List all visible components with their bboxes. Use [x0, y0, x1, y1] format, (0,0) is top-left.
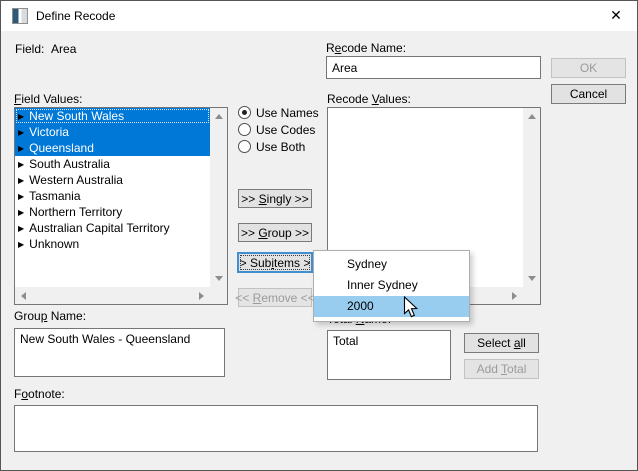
list-item[interactable]: Total: [333, 334, 358, 348]
define-recode-dialog: Define Recode ✕ Field: Area Recode Name:…: [0, 0, 638, 471]
add-total-button[interactable]: Add Total: [464, 359, 539, 379]
cancel-button[interactable]: Cancel: [551, 84, 626, 104]
window-title: Define Recode: [36, 1, 115, 31]
radio-unselected-icon: [238, 140, 251, 153]
field-values-label: Field Values:: [14, 92, 83, 106]
scroll-right-button[interactable]: [506, 287, 523, 304]
close-button[interactable]: ✕: [595, 1, 637, 30]
triangle-right-icon: ▶: [18, 176, 24, 185]
list-item[interactable]: ▶Victoria: [15, 124, 210, 140]
field-label: Field: Area: [15, 42, 76, 56]
radio-selected-icon: [238, 106, 251, 119]
list-item[interactable]: ▶New South Wales: [15, 108, 210, 124]
recode-name-label: Recode Name:: [326, 41, 406, 55]
subitems-button[interactable]: > Subitems >: [237, 252, 313, 273]
arrow-right-icon: [199, 292, 204, 300]
arrow-up-icon: [528, 114, 536, 119]
list-item[interactable]: ▶Unknown: [15, 236, 210, 252]
field-values-listbox[interactable]: ▶New South Wales ▶Victoria ▶Queensland ▶…: [14, 107, 228, 305]
list-item[interactable]: ▶South Australia: [15, 156, 210, 172]
field-value: Area: [51, 42, 76, 56]
menu-item[interactable]: Sydney: [314, 254, 469, 275]
scroll-right-button[interactable]: [193, 287, 210, 304]
arrow-down-icon: [215, 276, 223, 281]
list-item[interactable]: ▶Australian Capital Territory: [15, 220, 210, 236]
scroll-up-button[interactable]: [210, 108, 227, 125]
remove-button[interactable]: << Remove <<: [238, 288, 312, 307]
arrow-down-icon: [528, 276, 536, 281]
radio-use-codes[interactable]: Use Codes: [238, 122, 315, 137]
triangle-right-icon: ▶: [18, 144, 24, 153]
recode-name-input[interactable]: [326, 56, 541, 79]
horizontal-scrollbar[interactable]: [15, 287, 210, 304]
scroll-down-button[interactable]: [523, 270, 540, 287]
singly-button[interactable]: >> Singly >>: [238, 189, 312, 208]
total-name-listbox[interactable]: Total: [327, 330, 451, 380]
arrow-left-icon: [21, 292, 26, 300]
mouse-cursor-icon: [403, 296, 419, 322]
group-name-box[interactable]: New South Wales - Queensland: [14, 328, 225, 377]
ok-button[interactable]: OK: [551, 58, 626, 78]
scroll-down-button[interactable]: [210, 270, 227, 287]
arrow-right-icon: [512, 292, 517, 300]
triangle-right-icon: ▶: [18, 224, 24, 233]
arrow-up-icon: [215, 114, 223, 119]
vertical-scrollbar[interactable]: [523, 108, 540, 287]
field-values-items: ▶New South Wales ▶Victoria ▶Queensland ▶…: [15, 108, 210, 287]
vertical-scrollbar[interactable]: [210, 108, 227, 287]
radio-unselected-icon: [238, 123, 251, 136]
radio-use-names[interactable]: Use Names: [238, 105, 319, 120]
list-item[interactable]: ▶Northern Territory: [15, 204, 210, 220]
subitems-menu: Sydney Inner Sydney 2000: [313, 250, 470, 322]
list-item[interactable]: ▶Queensland: [15, 140, 210, 156]
footnote-label: Footnote:: [14, 387, 65, 401]
app-icon: [12, 8, 28, 24]
triangle-right-icon: ▶: [18, 192, 24, 201]
scrollbar-corner: [210, 287, 227, 304]
menu-item[interactable]: 2000: [314, 296, 469, 317]
triangle-right-icon: ▶: [18, 112, 24, 121]
footnote-box[interactable]: [14, 405, 538, 452]
group-name-label: Group Name:: [14, 309, 86, 323]
list-item[interactable]: ▶Tasmania: [15, 188, 210, 204]
close-icon: ✕: [610, 7, 622, 24]
triangle-right-icon: ▶: [18, 240, 24, 249]
triangle-right-icon: ▶: [18, 208, 24, 217]
scroll-left-button[interactable]: [15, 287, 32, 304]
scrollbar-corner: [523, 287, 540, 304]
title-bar: Define Recode ✕: [1, 1, 637, 31]
scroll-up-button[interactable]: [523, 108, 540, 125]
triangle-right-icon: ▶: [18, 160, 24, 169]
group-button[interactable]: >> Group >>: [238, 223, 312, 242]
select-all-button[interactable]: Select all: [464, 333, 539, 353]
radio-use-both[interactable]: Use Both: [238, 139, 305, 154]
recode-values-label: Recode Values:: [327, 92, 411, 106]
list-item[interactable]: ▶Western Australia: [15, 172, 210, 188]
triangle-right-icon: ▶: [18, 128, 24, 137]
menu-item[interactable]: Inner Sydney: [314, 275, 469, 296]
